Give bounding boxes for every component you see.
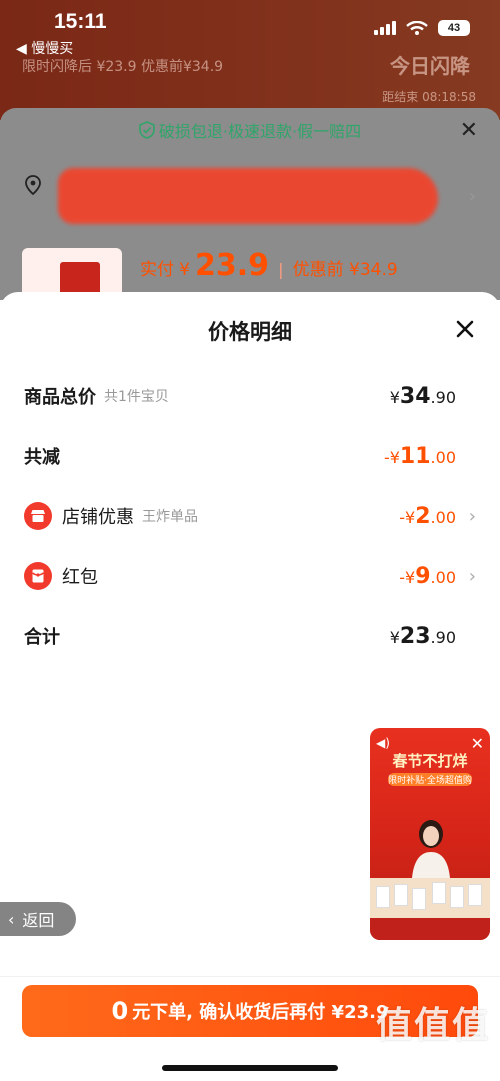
guarantee-text: 破损包退·极速退款·假一赔四 <box>158 122 362 141</box>
paid-label: 实付 <box>140 260 174 280</box>
speaker-icon[interactable]: ◀) <box>376 736 390 750</box>
red-packet-icon <box>24 562 52 590</box>
promo-text: 限时闪降后 ¥23.9 优惠前¥34.9 <box>22 59 224 75</box>
total-price-value: ¥34.90 <box>389 383 456 409</box>
row-total-price: 商品总价 共1件宝贝 ¥34.90 <box>24 376 476 416</box>
address-redaction <box>58 168 438 224</box>
back-button[interactable]: ‹ 返回 <box>0 902 76 936</box>
address-row[interactable]: › <box>22 168 478 228</box>
cta-zero: 0 <box>111 997 129 1025</box>
product-shelf <box>370 878 490 918</box>
original-price: 优惠前 ¥34.9 <box>292 260 398 280</box>
grand-total-label: 合计 <box>24 627 60 648</box>
promo-countdown: 距结束 08:18:58 <box>382 90 476 104</box>
shield-check-icon <box>139 121 155 143</box>
sheet-title: 价格明细 <box>208 320 292 344</box>
home-indicator <box>162 1065 338 1071</box>
chevron-left-icon: ‹ <box>8 909 15 929</box>
back-label: 返回 <box>22 911 55 930</box>
shop-discount-value: -¥2.00 <box>399 503 456 529</box>
background-close-icon[interactable]: ✕ <box>460 118 478 143</box>
shop-discount-label: 店铺优惠 <box>62 507 134 528</box>
promo-badge: 今日闪降 <box>390 54 470 78</box>
shop-discount-tag: 王炸单品 <box>142 509 198 525</box>
location-pin-icon <box>25 175 41 196</box>
paid-amount: 23.9 <box>195 248 270 283</box>
cta-text: 元下单, 确认收货后再付 ¥23.9 <box>132 1002 389 1023</box>
status-bar: 15:11 43 <box>0 0 500 44</box>
row-total-discount: 共减 -¥11.00 <box>24 436 476 476</box>
host-figure <box>412 820 450 878</box>
live-banner-title: 春节不打烊 <box>392 752 468 770</box>
paid-currency: ¥ <box>179 260 190 280</box>
order-price-summary: 实付 ¥ 23.9 | 优惠前 ¥34.9 <box>140 248 398 283</box>
red-packet-label: 红包 <box>62 567 98 588</box>
price-detail-sheet: 价格明细 商品总价 共1件宝贝 ¥34.90 共减 -¥11.00 店铺优惠 王… <box>0 292 500 1081</box>
live-banner: 春节不打烊 限时补贴·全场超值购 <box>380 750 480 798</box>
live-footer <box>370 918 490 940</box>
live-banner-sub: 限时补贴·全场超值购 <box>388 773 472 786</box>
cellular-signal-icon <box>374 21 396 35</box>
promo-strip: 限时闪降后 ¥23.9 优惠前¥34.9 今日闪降 距结束 08:18:58 <box>0 44 500 108</box>
chevron-right-icon: › <box>468 505 476 527</box>
row-red-packet[interactable]: 红包 -¥9.00 › <box>24 556 476 596</box>
status-time: 15:11 <box>54 10 107 33</box>
row-grand-total: 合计 ¥23.90 <box>24 616 476 656</box>
chevron-right-icon: › <box>468 186 476 207</box>
discount-label: 共减 <box>24 447 60 468</box>
row-shop-discount[interactable]: 店铺优惠 王炸单品 -¥2.00 › <box>24 496 476 536</box>
chevron-right-icon: › <box>468 565 476 587</box>
live-stream-window[interactable]: ◀) ✕ 春节不打烊 限时补贴·全场超值购 <box>370 728 490 940</box>
shop-icon <box>24 502 52 530</box>
item-count: 共1件宝贝 <box>104 389 169 405</box>
close-icon[interactable] <box>454 318 476 340</box>
watermark-logo: 值值值 zhizhizhi.com <box>375 1005 490 1065</box>
discount-value: -¥11.00 <box>383 443 456 469</box>
wifi-icon <box>406 21 428 35</box>
battery-icon: 43 <box>438 20 470 36</box>
red-packet-value: -¥9.00 <box>399 563 456 589</box>
total-price-label: 商品总价 <box>24 387 96 408</box>
back-to-app-link[interactable]: ◀ 慢慢买 <box>16 38 73 58</box>
grand-total-value: ¥23.90 <box>389 623 456 649</box>
guarantee-banner: 破损包退·极速退款·假一赔四 <box>0 118 500 143</box>
